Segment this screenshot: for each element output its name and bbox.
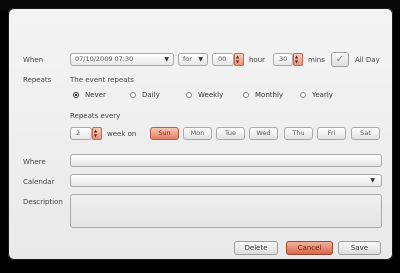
day-fri[interactable]: Fri — [317, 127, 346, 140]
interval-value: 2 — [76, 129, 81, 137]
day-thu[interactable]: Thu — [284, 127, 313, 140]
radio-monthly[interactable]: Monthly — [243, 91, 283, 99]
hours-stepper[interactable]: ▲ ▼ — [234, 53, 244, 66]
minutes-stepper[interactable]: ▲ ▼ — [293, 53, 303, 66]
event-editor-dialog: When 07/10/2009 07:30 ▼ for ▼ 00 ▲ ▼ hou… — [8, 8, 393, 260]
radio-never-label: Never — [85, 91, 106, 99]
decrement-icon: ▼ — [236, 59, 240, 64]
calendar-label: Calendar — [23, 178, 55, 186]
radio-daily[interactable]: Daily — [130, 91, 160, 99]
repeats-every-label: Repeats every — [70, 112, 121, 120]
description-label: Description — [23, 198, 63, 206]
radio-dot — [73, 92, 79, 98]
where-input[interactable] — [70, 154, 382, 167]
minutes-input[interactable]: 30 — [273, 53, 293, 66]
when-label: When — [23, 56, 44, 64]
radio-dot — [243, 92, 249, 98]
checkmark-icon: ✓ — [335, 54, 345, 65]
hours-input[interactable]: 00 — [212, 53, 234, 66]
radio-daily-label: Daily — [142, 91, 160, 99]
chevron-down-icon: ▼ — [370, 177, 375, 184]
interval-stepper[interactable]: ▲ ▼ — [92, 127, 102, 140]
hour-label: hour — [249, 56, 266, 64]
chevron-down-icon: ▼ — [164, 56, 169, 63]
duration-dropdown[interactable]: for ▼ — [178, 53, 208, 66]
day-tue[interactable]: Tue — [216, 127, 245, 140]
day-sun[interactable]: Sun — [150, 127, 179, 140]
minutes-value: 30 — [279, 55, 288, 63]
day-sat[interactable]: Sat — [351, 127, 380, 140]
chevron-down-icon: ▼ — [198, 56, 203, 63]
decrement-icon: ▼ — [295, 59, 299, 64]
hours-value: 00 — [218, 55, 227, 63]
radio-weekly[interactable]: Weekly — [186, 91, 223, 99]
cancel-button[interactable]: Cancel — [286, 241, 333, 255]
calendar-dropdown[interactable]: ▼ — [70, 174, 382, 187]
radio-yearly[interactable]: Yearly — [300, 91, 333, 99]
datetime-value: 07/10/2009 07:30 — [75, 55, 134, 63]
duration-prefix: for — [183, 55, 192, 63]
radio-dot — [300, 92, 306, 98]
mins-label: mins — [308, 56, 325, 64]
radio-dot — [186, 92, 192, 98]
save-button[interactable]: Save — [338, 241, 381, 255]
radio-dot — [130, 92, 136, 98]
week-on-label: week on — [107, 130, 137, 138]
radio-monthly-label: Monthly — [255, 91, 284, 99]
repeats-label: Repeats — [23, 76, 52, 84]
datetime-dropdown[interactable]: 07/10/2009 07:30 ▼ — [70, 53, 174, 66]
where-label: Where — [23, 158, 46, 166]
interval-input[interactable]: 2 — [70, 127, 92, 140]
all-day-label: All Day — [355, 56, 380, 64]
all-day-checkbox[interactable]: ✓ — [331, 52, 349, 67]
radio-yearly-label: Yearly — [312, 91, 333, 99]
radio-never[interactable]: Never — [73, 91, 106, 99]
day-wed[interactable]: Wed — [249, 127, 278, 140]
description-textarea[interactable] — [70, 194, 382, 228]
event-repeats-label: The event repeats — [70, 76, 134, 84]
day-mon[interactable]: Mon — [183, 127, 212, 140]
delete-button[interactable]: Delete — [234, 241, 278, 255]
radio-weekly-label: Weekly — [198, 91, 224, 99]
decrement-icon: ▼ — [94, 133, 98, 138]
